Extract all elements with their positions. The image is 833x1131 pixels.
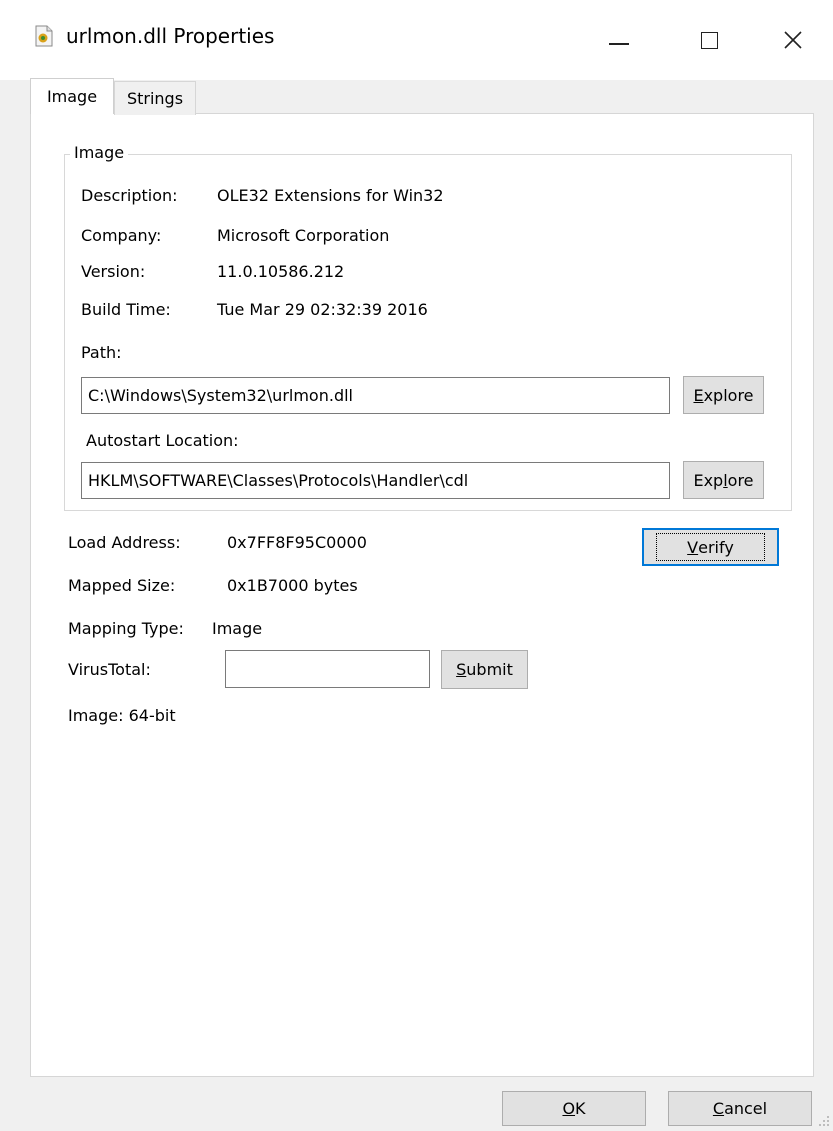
autostart-field[interactable]: HKLM\SOFTWARE\Classes\Protocols\Handler\…	[81, 462, 670, 499]
tab-image[interactable]: Image	[30, 78, 114, 114]
minimize-icon	[609, 43, 629, 45]
maximize-button[interactable]	[664, 0, 754, 80]
tab-image-label: Image	[46, 87, 98, 106]
verify-button[interactable]: Verify	[642, 528, 779, 566]
load-address-label: Load Address:	[68, 533, 181, 552]
resize-grip-icon[interactable]	[818, 1112, 830, 1126]
version-value: 11.0.10586.212	[217, 262, 345, 281]
maximize-icon	[700, 31, 718, 49]
build-time-value: Tue Mar 29 02:32:39 2016	[217, 300, 428, 319]
verify-label: Verify	[656, 533, 765, 561]
virustotal-field[interactable]	[225, 650, 430, 688]
close-icon	[783, 31, 802, 49]
dll-file-icon	[34, 25, 54, 47]
mapping-type-value: Image	[212, 619, 263, 638]
mapped-size-label: Mapped Size:	[68, 576, 176, 595]
path-field-value: C:\Windows\System32\urlmon.dll	[88, 386, 353, 405]
load-address-value: 0x7FF8F95C0000	[227, 533, 367, 552]
image-bitness-text: Image: 64-bit	[68, 706, 176, 725]
minimize-button[interactable]	[574, 0, 664, 80]
image-groupbox-legend: Image	[70, 143, 129, 162]
close-button[interactable]	[752, 0, 833, 80]
tab-strings[interactable]: Strings	[114, 81, 196, 115]
virustotal-label: VirusTotal:	[68, 660, 151, 679]
ok-button[interactable]: OK	[502, 1091, 646, 1126]
cancel-button[interactable]: Cancel	[668, 1091, 812, 1126]
ok-label: OK	[562, 1099, 586, 1118]
cancel-label: Cancel	[712, 1099, 768, 1118]
tab-strings-label: Strings	[126, 89, 184, 108]
path-explore-label: Explore	[693, 385, 754, 405]
path-label: Path:	[81, 343, 122, 362]
path-explore-button[interactable]: Explore	[683, 376, 764, 414]
virustotal-submit-label: Submit	[456, 660, 513, 679]
build-time-label: Build Time:	[81, 300, 171, 319]
window-title: urlmon.dll Properties	[66, 24, 275, 48]
autostart-explore-button[interactable]: Explore	[683, 461, 764, 499]
autostart-label: Autostart Location:	[86, 431, 239, 450]
version-label: Version:	[81, 262, 146, 281]
description-value: OLE32 Extensions for Win32	[217, 186, 444, 205]
mapping-type-label: Mapping Type:	[68, 619, 184, 638]
autostart-explore-label: Explore	[693, 470, 754, 490]
path-field[interactable]: C:\Windows\System32\urlmon.dll	[81, 377, 670, 414]
virustotal-submit-button[interactable]: Submit	[441, 650, 528, 689]
mapped-size-value: 0x1B7000 bytes	[227, 576, 358, 595]
image-groupbox	[64, 154, 792, 511]
company-value: Microsoft Corporation	[217, 226, 390, 245]
description-label: Description:	[81, 186, 178, 205]
company-label: Company:	[81, 226, 162, 245]
autostart-field-value: HKLM\SOFTWARE\Classes\Protocols\Handler\…	[88, 471, 469, 490]
